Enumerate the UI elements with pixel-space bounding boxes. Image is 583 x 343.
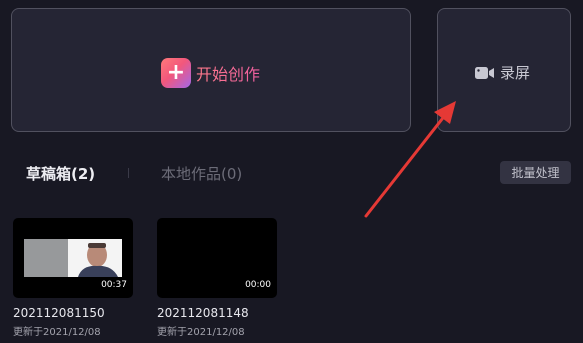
plus-icon: + — [161, 58, 191, 88]
draft-duration: 00:37 — [101, 280, 127, 290]
video-camera-icon — [475, 66, 494, 79]
tab-divider — [128, 168, 129, 178]
draft-title: 202112081150 — [13, 306, 105, 320]
start-creating-card[interactable]: + 开始创作 — [11, 8, 411, 132]
screen-record-card[interactable]: 录屏 — [437, 8, 571, 132]
draft-updated-date: 更新于2021/12/08 — [13, 327, 101, 338]
start-creating-label: 开始创作 — [196, 61, 260, 85]
draft-thumbnail-1[interactable]: 00:37 — [13, 218, 133, 298]
app-root: + 开始创作 录屏 草稿箱(2) 本地作品(0) 批量处理 00:37 2021 — [0, 0, 583, 343]
draft-duration: 00:00 — [245, 280, 271, 290]
tab-drafts[interactable]: 草稿箱(2) — [26, 163, 95, 184]
video-frame — [24, 239, 122, 277]
batch-process-button[interactable]: 批量处理 — [500, 161, 571, 184]
tab-local-works[interactable]: 本地作品(0) — [161, 163, 242, 184]
start-creating-content: + 开始创作 — [161, 58, 260, 88]
draft-thumbnail-2[interactable]: 00:00 — [157, 218, 277, 298]
draft-title: 202112081148 — [157, 306, 249, 320]
screen-record-content: 录屏 — [475, 62, 530, 83]
draft-updated-date: 更新于2021/12/08 — [157, 327, 245, 338]
person-thumbnail-image — [78, 243, 118, 277]
screen-record-label: 录屏 — [500, 64, 531, 82]
